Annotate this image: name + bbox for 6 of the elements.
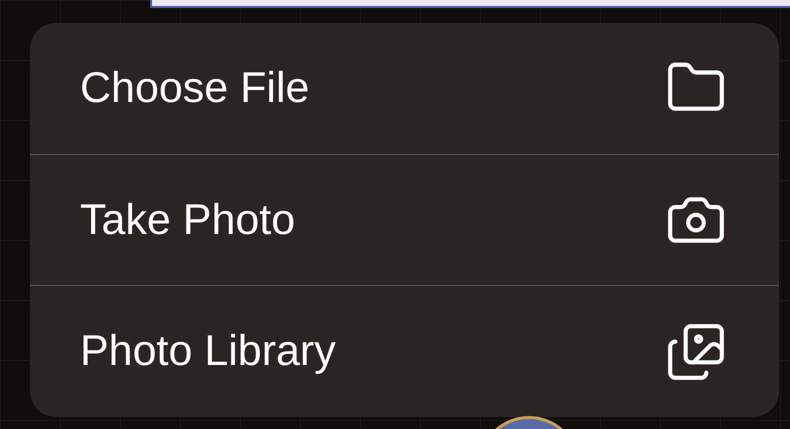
menu-item[interactable]: Photo Library [30, 285, 779, 417]
menu-item-label: Take Photo [80, 196, 296, 244]
menu-item[interactable]: Choose File [30, 23, 779, 154]
menu-item-label: Choose File [80, 64, 310, 113]
menu-item[interactable]: Take Photo [30, 154, 779, 286]
menu-item-label: Photo Library [80, 327, 336, 376]
